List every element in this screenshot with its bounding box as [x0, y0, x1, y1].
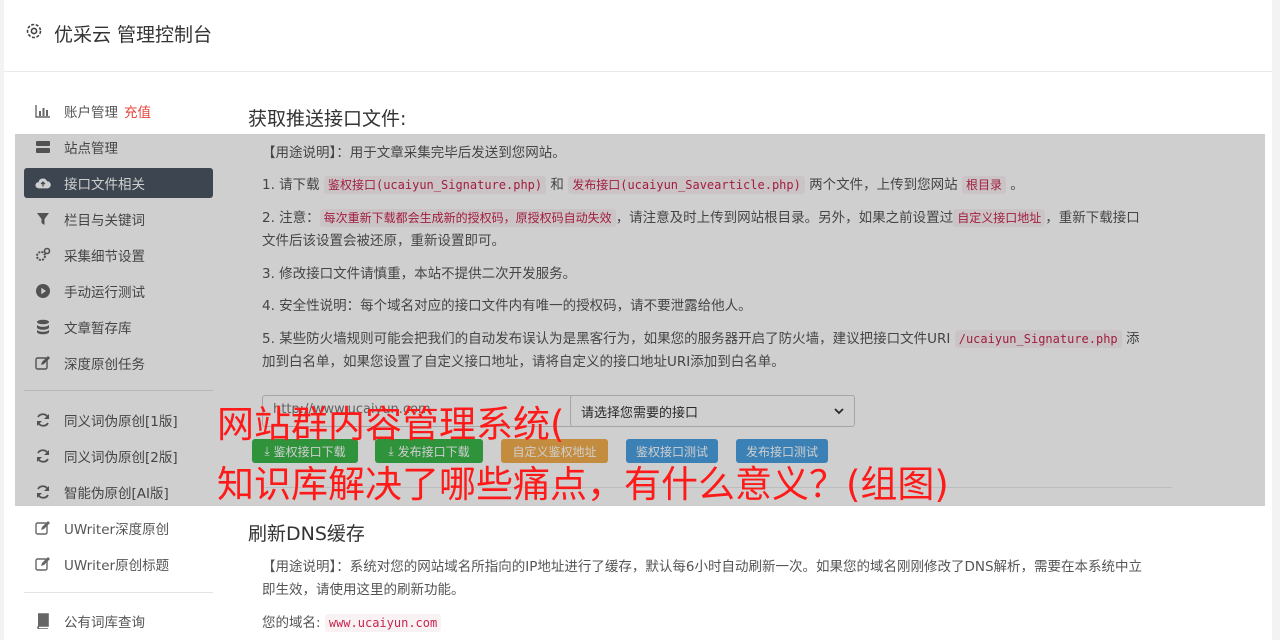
- book-icon: [35, 613, 51, 629]
- domain-value: www.ucaiyun.com: [324, 614, 442, 632]
- sidebar-item-uwriter-deep[interactable]: UWriter深度原创: [24, 513, 213, 543]
- domain-label: 您的域名:: [262, 615, 321, 631]
- sidebar-item-uwriter-title[interactable]: UWriter原创标题: [24, 549, 213, 579]
- dns-usage-text: 【用途说明】：系统对您的网站域名所指向的IP地址进行了缓存，默认每6小时自动刷新…: [262, 559, 1143, 598]
- sidebar-item-public-lexicon[interactable]: 公有词库查询: [24, 606, 213, 636]
- sidebar-item-label: UWriter原创标题: [64, 558, 170, 574]
- sidebar-item-label: UWriter深度原创: [64, 522, 170, 538]
- sidebar-item-account[interactable]: 账户管理 充值: [24, 96, 213, 126]
- domain-row: 您的域名: www.ucaiyun.com: [262, 612, 1152, 635]
- edit-icon: [35, 520, 51, 536]
- recharge-link[interactable]: 充值: [124, 101, 151, 121]
- sidebar-divider: [24, 592, 213, 593]
- bar-chart-icon: [35, 103, 51, 119]
- gray-overlay: [15, 134, 1265, 506]
- section-title-dns: 刷新DNS缓存: [248, 523, 365, 545]
- sidebar-item-label: 公有词库查询: [64, 615, 145, 631]
- edit-icon: [35, 556, 51, 572]
- watermark-line-1: 网站群内容管理系统(: [217, 403, 565, 446]
- section-title-interface: 获取推送接口文件:: [248, 108, 407, 130]
- gear-icon: [24, 21, 44, 41]
- sidebar-item-label: 账户管理: [64, 105, 118, 121]
- app-title: 优采云 管理控制台: [54, 24, 213, 46]
- watermark-line-2: 知识库解决了哪些痛点，有什么意义？(组图): [217, 463, 949, 506]
- header: 优采云 管理控制台: [4, 0, 1272, 72]
